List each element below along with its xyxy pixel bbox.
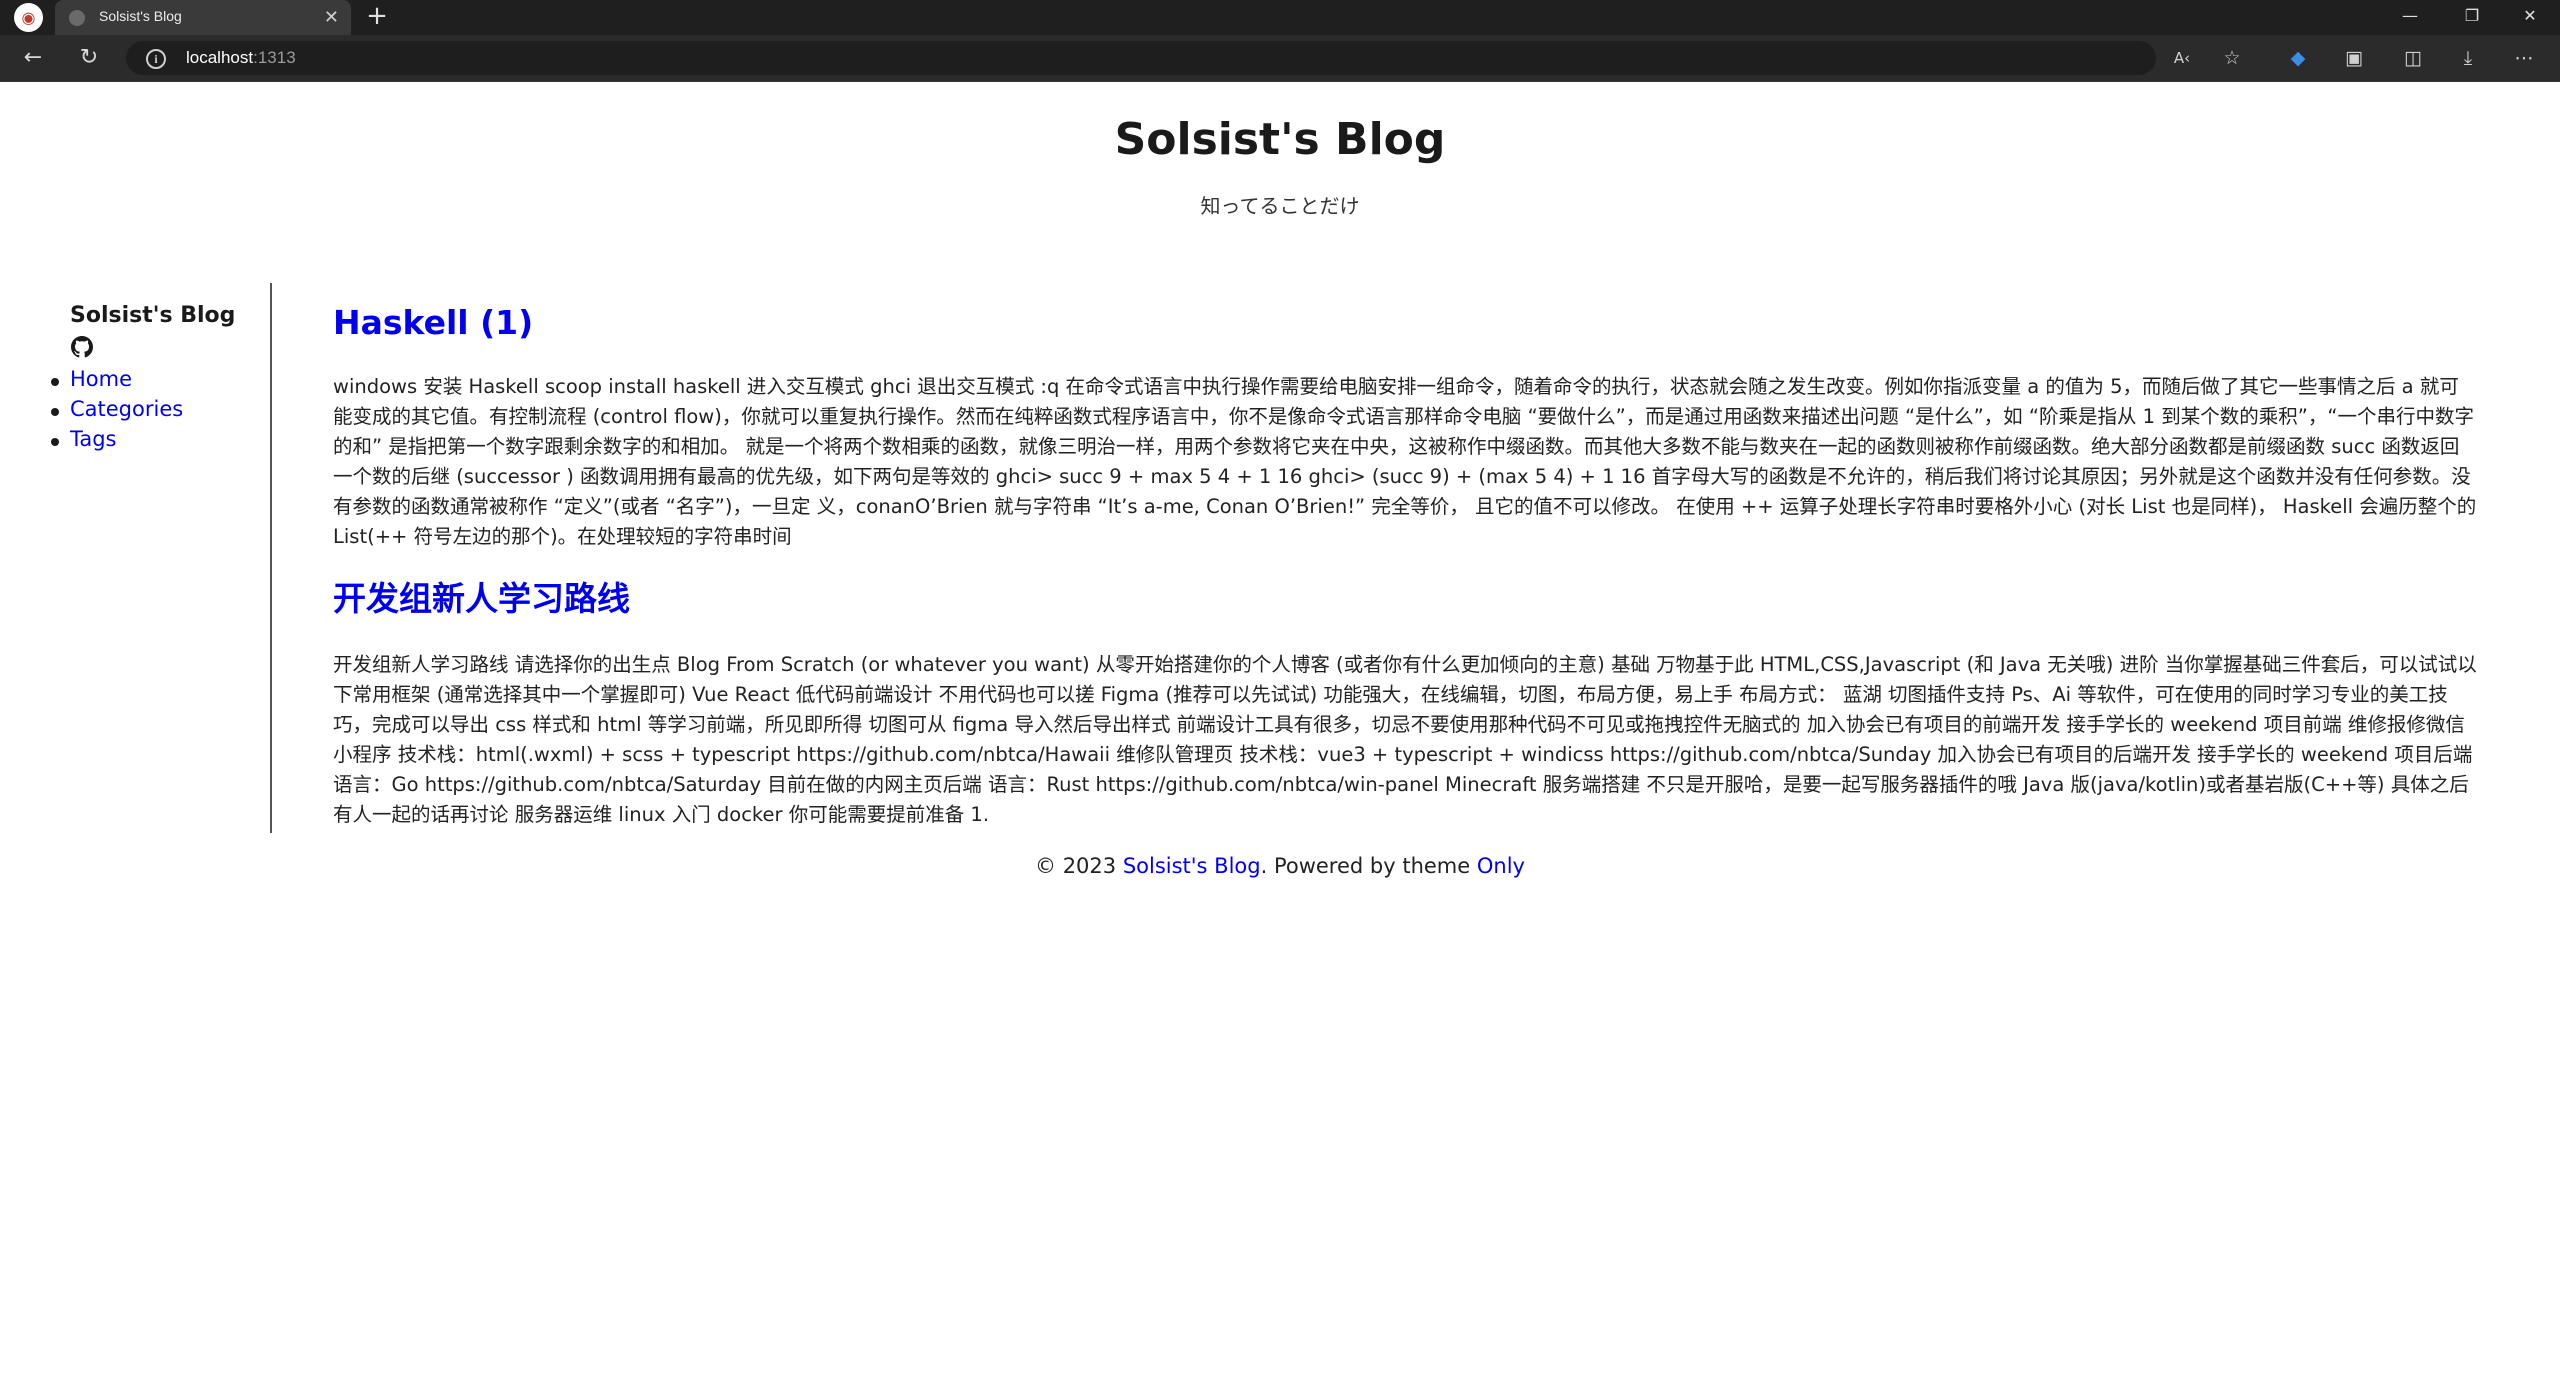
footer: © 2023 Solsist's Blog. Powered by theme … bbox=[0, 854, 2560, 878]
minimize-icon[interactable]: — bbox=[2380, 0, 2440, 35]
sidebar-link-home[interactable]: Home bbox=[70, 367, 132, 391]
sidebar-title: Solsist's Blog bbox=[70, 303, 236, 328]
browser-profile-icon[interactable]: ◉ bbox=[14, 3, 43, 32]
tab-close-icon[interactable]: ✕ bbox=[324, 7, 339, 28]
github-icon[interactable] bbox=[71, 336, 93, 358]
sidebar-item-home: Home bbox=[50, 367, 183, 397]
back-icon[interactable]: ← bbox=[17, 42, 49, 74]
footer-powered-by: . Powered by theme bbox=[1260, 854, 1477, 878]
post-excerpt: windows 安装 Haskell scoop install haskell… bbox=[333, 375, 2477, 548]
sidebar-nav: Home Categories Tags bbox=[50, 367, 183, 457]
restore-icon[interactable]: ❐ bbox=[2442, 0, 2502, 35]
post-title-link[interactable]: Haskell (1) bbox=[333, 303, 2478, 342]
sidebar-divider bbox=[270, 283, 272, 833]
sidebar-item-tags: Tags bbox=[50, 427, 183, 457]
more-icon[interactable]: ⋯ bbox=[2508, 42, 2540, 74]
extension-shield-icon[interactable]: ◆ bbox=[2282, 42, 2314, 74]
tab-title: Solsist's Blog bbox=[99, 8, 182, 24]
favorite-star-icon[interactable]: ☆ bbox=[2216, 42, 2248, 74]
read-aloud-icon[interactable]: A‹ bbox=[2166, 42, 2198, 74]
site-title: Solsist's Blog bbox=[1114, 114, 1446, 165]
post-title-link[interactable]: 开发组新人学习路线 bbox=[333, 572, 2478, 620]
footer-theme-link[interactable]: Only bbox=[1477, 854, 1525, 878]
footer-blog-link[interactable]: Solsist's Blog bbox=[1123, 854, 1261, 878]
new-tab-icon[interactable]: + bbox=[362, 2, 392, 32]
post-item: Haskell (1) windows 安装 Haskell scoop ins… bbox=[333, 303, 2478, 552]
browser-tab[interactable]: Solsist's Blog ✕ bbox=[55, 0, 351, 35]
sidebar-link-tags[interactable]: Tags bbox=[70, 427, 117, 451]
window-close-icon[interactable]: ✕ bbox=[2500, 0, 2560, 35]
split-screen-icon[interactable]: ◫ bbox=[2397, 42, 2429, 74]
extension-icon[interactable]: ▣ bbox=[2338, 42, 2370, 74]
refresh-icon[interactable]: ↻ bbox=[73, 42, 105, 74]
info-icon[interactable]: i bbox=[146, 49, 166, 69]
url-text[interactable]: localhost:1313 bbox=[186, 48, 296, 68]
address-bar[interactable]: i localhost:1313 bbox=[126, 41, 2156, 75]
footer-copyright: © 2023 bbox=[1035, 854, 1123, 878]
post-item: 开发组新人学习路线 开发组新人学习路线 请选择你的出生点 Blog From S… bbox=[333, 572, 2478, 830]
site-subtitle: 知ってることだけ bbox=[1200, 194, 1360, 218]
sidebar-item-categories: Categories bbox=[50, 397, 183, 427]
post-list: Haskell (1) windows 安装 Haskell scoop ins… bbox=[333, 303, 2478, 850]
browser-titlebar: ◉ Solsist's Blog ✕ + — ❐ ✕ bbox=[0, 0, 2560, 35]
post-excerpt: 开发组新人学习路线 请选择你的出生点 Blog From Scratch (or… bbox=[333, 653, 2477, 826]
tab-favicon-icon bbox=[69, 10, 85, 26]
download-icon[interactable]: ⤓ bbox=[2452, 42, 2484, 74]
browser-toolbar: ← ↻ i localhost:1313 A‹ ☆ ◆ ▣ ◫ ⤓ ⋯ bbox=[0, 35, 2560, 82]
sidebar-link-categories[interactable]: Categories bbox=[70, 397, 183, 421]
